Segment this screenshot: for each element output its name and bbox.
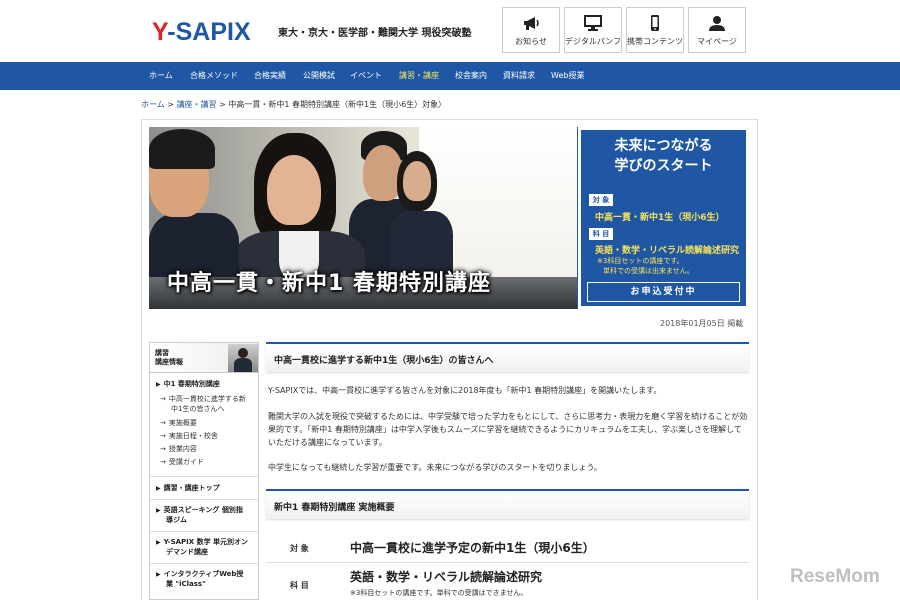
- hero-title: 中高一貫・新中1 春期特別講座: [167, 271, 491, 296]
- triangle-right-icon: ▶: [156, 539, 161, 546]
- triangle-right-icon: ▶: [156, 571, 161, 578]
- panel-note-2: 単科での受講は出来ません。: [603, 267, 694, 275]
- intro-paragraph-1: Y-SAPIXでは、中高一貫校に進学する皆さんを対象に2018年度も「新中1 春…: [268, 386, 662, 395]
- arrow-right-icon: →: [160, 445, 166, 453]
- arrow-right-icon: →: [160, 432, 166, 440]
- triangle-right-icon: ▶: [156, 507, 161, 514]
- site-header: Y-SAPIX 東大・京大・医学部・難関大学 現役突破塾 お知らせ デジタルパン…: [0, 0, 900, 62]
- sidebar-sub-message[interactable]: → 中高一貫校に進学する新: [160, 394, 246, 404]
- sidebar-sub-overview[interactable]: → 実施概要: [160, 418, 197, 428]
- smartphone-icon: [651, 15, 659, 31]
- breadcrumb-home[interactable]: ホーム: [141, 100, 165, 109]
- arrow-right-icon: →: [160, 395, 166, 403]
- teacher-photo: [228, 344, 258, 372]
- nav-courses[interactable]: 講習・講座: [399, 62, 439, 90]
- sidebar-header: 講習 講座情報: [150, 343, 258, 373]
- user-icon: [709, 16, 725, 31]
- nav-open-exams[interactable]: 公開模試: [303, 62, 335, 90]
- subject-value: 英語・数学・リベラル読解論述研究: [595, 246, 740, 256]
- sidebar-sub-schedule[interactable]: → 実施日程・校舎: [160, 431, 218, 441]
- arrow-right-icon: →: [160, 419, 166, 427]
- intro-heading: 中高一貫校に進学する新中1生（現小6生）の皆さんへ: [266, 342, 749, 372]
- overview-subject-label: 科 目: [290, 581, 309, 590]
- hero-banner: 中高一貫・新中1 春期特別講座 未来につながる 学びのスタート 対 象 中高一貫…: [149, 127, 749, 309]
- sidebar-sub-lessons[interactable]: → 授業内容: [160, 444, 197, 454]
- news-button[interactable]: お知らせ: [502, 7, 560, 53]
- nav-request-info[interactable]: 資料請求: [503, 62, 535, 90]
- overview-subject-value: 英語・数学・リベラル読解論述研究: [350, 570, 543, 584]
- intro-paragraph-2: 難関大学の入試を現役で突破するためには、中学受験で培った学力をもとにして、さらに…: [268, 412, 748, 447]
- nav-events[interactable]: イベント: [350, 62, 382, 90]
- monitor-icon: [584, 15, 602, 31]
- breadcrumb-current: 中高一貫・新中1 春期特別講座（新中1生（現小6生）対象）: [228, 100, 447, 109]
- breadcrumb: ホーム > 講座・講習 > 中高一貫・新中1 春期特別講座（新中1生（現小6生）…: [141, 100, 447, 109]
- nav-web-lessons[interactable]: Web授業: [551, 62, 584, 90]
- overview-heading: 新中1 春期特別講座 実施概要: [266, 489, 749, 519]
- nav-campus[interactable]: 校舎案内: [455, 62, 487, 90]
- arrow-right-icon: →: [160, 458, 166, 466]
- digital-pamphlet-button[interactable]: デジタルパンフ: [564, 7, 622, 53]
- posted-date: 2018年01月05日 掲載: [660, 319, 744, 328]
- subject-tag: 科 目: [589, 228, 613, 240]
- nav-home[interactable]: ホーム: [149, 62, 173, 90]
- intro-paragraph-3: 中学生になっても継続した学習が重要です。未来につながる学びのスタートを切りましょ…: [268, 463, 602, 472]
- breadcrumb-courses[interactable]: 講座・講習: [177, 100, 217, 109]
- panel-heading-line2: 学びのスタート: [614, 158, 713, 174]
- nav-results[interactable]: 合格実績: [254, 62, 286, 90]
- target-value: 中高一貫・新中1生（現小6生）: [595, 213, 725, 223]
- triangle-right-icon: ▶: [156, 381, 161, 388]
- my-page-button[interactable]: マイページ: [688, 7, 746, 53]
- resemom-watermark: ReseMom: [790, 566, 880, 587]
- sidebar-sub-guide[interactable]: → 受講ガイド: [160, 457, 204, 467]
- sidebar: 講習 講座情報 ▶ 中1 春期特別講座 → 中高一貫校に進学する新 中1生の皆さんへ…: [149, 342, 259, 600]
- hero-info-panel: 未来につながる 学びのスタート 対 象 中高一貫・新中1生（現小6生） 科 目 …: [577, 127, 749, 309]
- site-tagline: 東大・京大・医学部・難関大学 現役突破塾: [278, 28, 472, 39]
- overview-subject-note: ※3科目セットの講座です。単科での受講はできません。: [350, 589, 528, 597]
- target-tag: 対 象: [589, 194, 613, 206]
- y-sapix-logo[interactable]: Y-SAPIX: [152, 18, 251, 47]
- main-nav: ホーム 合格メソッド 合格実績 公開模試 イベント 講習・講座 校舎案内 資料請…: [0, 62, 900, 90]
- mobile-content-button[interactable]: 携帯コンテンツ: [626, 7, 684, 53]
- triangle-right-icon: ▶: [156, 485, 161, 492]
- sidebar-item-spring-course[interactable]: ▶ 中1 春期特別講座: [156, 379, 220, 390]
- overview-target-value: 中高一貫校に進学予定の新中1生（現小6生）: [350, 541, 595, 555]
- megaphone-icon: [524, 17, 539, 30]
- overview-target-label: 対 象: [290, 544, 309, 553]
- sidebar-item-courses-top[interactable]: ▶ 講習・講座トップ: [156, 483, 220, 494]
- panel-note-1: ※3科目セットの講座です。: [597, 257, 684, 265]
- apply-now-button[interactable]: お申込受付中: [587, 282, 740, 302]
- panel-heading-line1: 未来につながる: [614, 138, 713, 154]
- nav-pass-method[interactable]: 合格メソッド: [190, 62, 238, 90]
